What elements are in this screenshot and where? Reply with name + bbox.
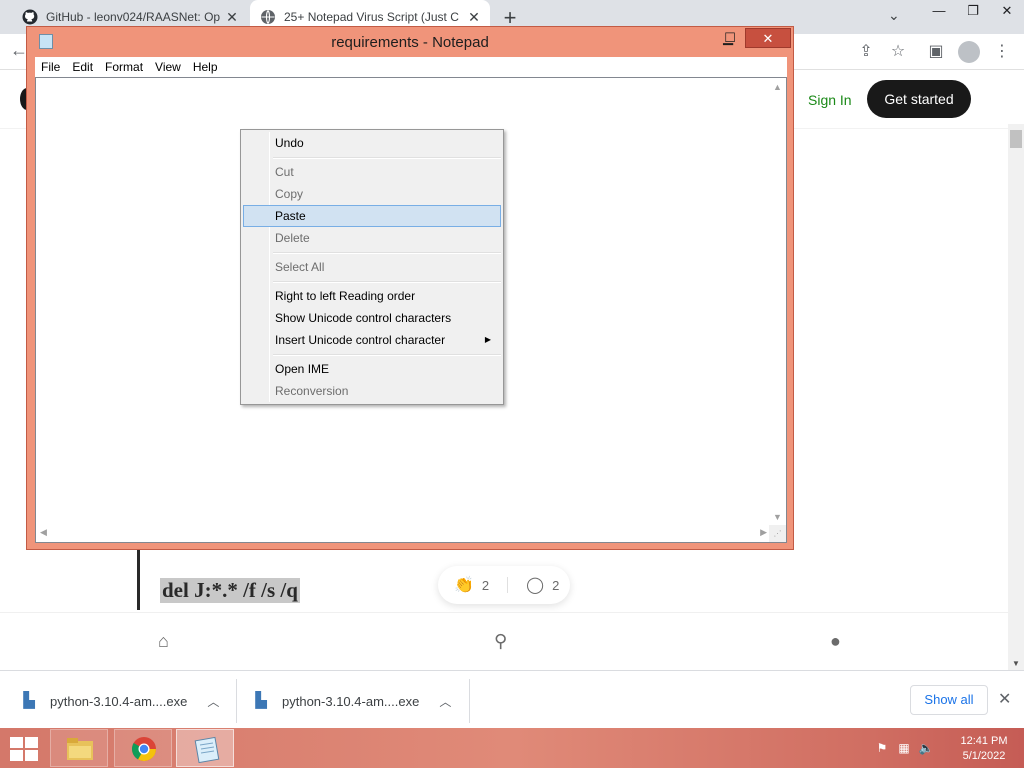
horizontal-scrollbar[interactable]: ◀ ▶	[36, 525, 771, 542]
divider	[469, 679, 470, 723]
folder-icon	[67, 738, 93, 760]
menu-view[interactable]: View	[149, 60, 187, 74]
side-panel-icon[interactable]: ▣	[926, 42, 946, 62]
menu-item-reconversion[interactable]: Reconversion	[243, 380, 501, 402]
submenu-arrow-icon: ▶	[484, 335, 491, 344]
taskbar-notepad[interactable]	[176, 729, 234, 767]
notepad-menubar: File Edit Format View Help	[35, 57, 787, 77]
menu-separator	[273, 354, 501, 356]
taskbar-file-explorer[interactable]	[50, 729, 108, 767]
menu-item-open-ime[interactable]: Open IME	[243, 358, 501, 380]
menu-item-rtl-reading-order[interactable]: Right to left Reading order	[243, 285, 501, 307]
installer-file-icon: ▙	[23, 692, 35, 709]
scrollbar-thumb[interactable]	[1010, 130, 1022, 148]
resize-grip-icon[interactable]: ⋰	[769, 525, 786, 542]
get-started-button[interactable]: Get started	[867, 80, 971, 118]
clock-time: 12:41 PM	[960, 735, 1008, 747]
menu-item-copy[interactable]: Copy	[243, 183, 501, 205]
menu-item-paste[interactable]: Paste	[243, 205, 501, 227]
response-bubble-icon[interactable]: ◯	[526, 575, 544, 595]
menu-item-label: Insert Unicode control character	[275, 333, 446, 347]
close-icon[interactable]: ✕	[466, 9, 482, 25]
system-tray: ⚑ ▦ 🔈 12:41 PM 5/1/2022	[874, 732, 1014, 764]
close-icon[interactable]: ✕	[998, 689, 1011, 709]
github-icon	[22, 9, 38, 25]
download-item[interactable]: ▙ python-3.10.4-am....exe ︿	[252, 681, 451, 721]
chevron-up-icon[interactable]: ︿	[439, 693, 451, 710]
download-filename: python-3.10.4-am....exe	[282, 693, 420, 709]
chevron-up-icon[interactable]: ︿	[207, 693, 219, 710]
menu-separator	[273, 252, 501, 254]
maximize-button[interactable]: ☐	[717, 28, 743, 48]
notepad-titlebar[interactable]: requirements - Notepad ▁ ☐ ✕	[27, 27, 793, 57]
response-count: 2	[552, 577, 560, 593]
scroll-right-arrow-icon[interactable]: ▶	[760, 527, 767, 538]
menu-file[interactable]: File	[35, 60, 66, 74]
menu-item-show-unicode-control[interactable]: Show Unicode control characters	[243, 307, 501, 329]
code-line: del J:*.* /f /s /q	[160, 578, 300, 603]
scroll-up-arrow-icon[interactable]: ▲	[773, 82, 782, 92]
search-icon[interactable]: ⚲	[494, 631, 507, 652]
divider	[507, 577, 509, 593]
globe-icon	[261, 10, 275, 24]
taskbar-chrome[interactable]	[114, 729, 172, 767]
bookmark-star-icon[interactable]: ☆	[888, 42, 908, 62]
windows-taskbar: ⚑ ▦ 🔈 12:41 PM 5/1/2022	[0, 728, 1024, 768]
chrome-icon	[131, 737, 156, 762]
menu-edit[interactable]: Edit	[66, 60, 99, 74]
menu-format[interactable]: Format	[99, 60, 149, 74]
menu-help[interactable]: Help	[187, 60, 224, 74]
home-icon[interactable]: ⌂	[158, 631, 169, 652]
close-window-button[interactable]: ✕	[990, 0, 1024, 24]
show-all-button[interactable]: Show all	[910, 685, 988, 715]
notepad-icon	[194, 736, 220, 763]
download-filename: python-3.10.4-am....exe	[50, 693, 188, 709]
close-icon[interactable]: ✕	[224, 9, 240, 25]
tab-title: 25+ Notepad Virus Script (Just C	[284, 10, 459, 24]
share-icon[interactable]: ⇪	[856, 42, 876, 62]
download-item[interactable]: ▙ python-3.10.4-am....exe ︿	[20, 681, 219, 721]
action-center-flag-icon[interactable]: ⚑	[874, 740, 890, 756]
close-window-button[interactable]: ✕	[745, 28, 791, 48]
sign-in-link[interactable]: Sign In	[808, 92, 852, 108]
blockquote-bar	[137, 542, 140, 610]
menu-item-undo[interactable]: Undo	[243, 132, 501, 154]
start-button[interactable]	[6, 734, 40, 762]
clock-date: 5/1/2022	[962, 750, 1006, 762]
menu-separator	[273, 281, 501, 283]
divider	[236, 679, 237, 723]
context-menu: Undo Cut Copy Paste Delete Select All Ri…	[240, 129, 504, 405]
tab-search-dropdown-icon[interactable]: ⌄	[888, 7, 900, 24]
menu-item-delete[interactable]: Delete	[243, 227, 501, 249]
menu-item-select-all[interactable]: Select All	[243, 256, 501, 278]
menu-item-cut[interactable]: Cut	[243, 161, 501, 183]
restore-button[interactable]: ❐	[956, 0, 990, 24]
page-scrollbar[interactable]: ▼	[1008, 124, 1024, 670]
vertical-scrollbar[interactable]: ▲ ▼	[769, 78, 786, 526]
download-bar: ▙ python-3.10.4-am....exe ︿ ▙ python-3.1…	[0, 670, 1024, 728]
scroll-left-arrow-icon[interactable]: ◀	[40, 527, 47, 538]
installer-file-icon: ▙	[255, 692, 267, 709]
window-controls: — ❐ ✕	[922, 0, 1024, 34]
scroll-down-arrow-icon[interactable]: ▼	[1012, 659, 1020, 668]
bottom-nav: ⌂ ⚲ ●	[0, 612, 1008, 670]
volume-muted-icon[interactable]: 🔈	[918, 740, 934, 756]
user-avatar-icon[interactable]: ●	[830, 631, 841, 652]
profile-avatar-icon[interactable]	[958, 41, 980, 63]
menu-item-insert-unicode-control[interactable]: Insert Unicode control character ▶	[243, 329, 501, 351]
menu-separator	[273, 157, 501, 159]
clap-count: 2	[481, 577, 490, 593]
clap-icon[interactable]: 👏	[454, 575, 474, 595]
minimize-button[interactable]: —	[922, 0, 956, 24]
scroll-down-arrow-icon[interactable]: ▼	[773, 512, 782, 522]
clock[interactable]: 12:41 PM 5/1/2022	[954, 734, 1014, 764]
network-icon[interactable]: ▦	[896, 740, 912, 756]
tab-title: GitHub - leonv024/RAASNet: Op	[46, 10, 221, 24]
more-menu-icon[interactable]: ⋮	[992, 42, 1012, 62]
engagement-bar: 👏 2 ◯ 2	[438, 566, 570, 604]
window-title: requirements - Notepad	[331, 34, 489, 51]
